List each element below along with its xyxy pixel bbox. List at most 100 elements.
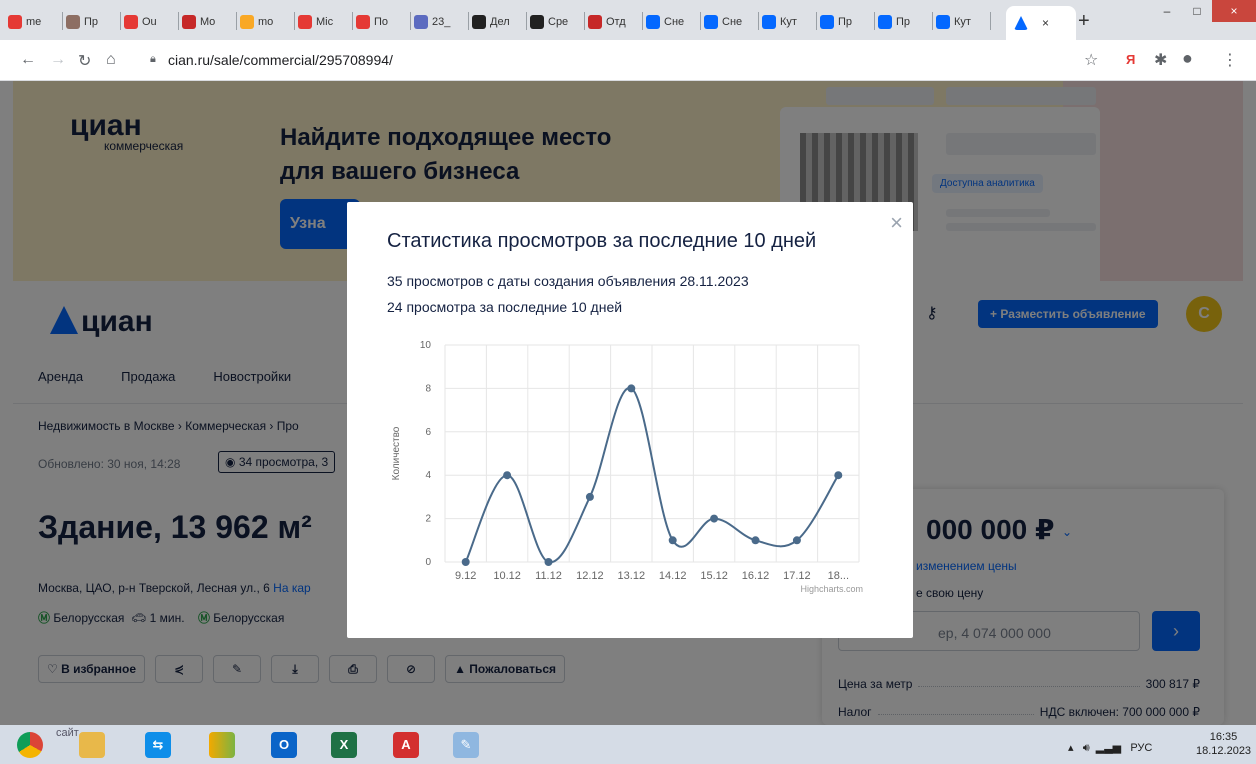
bookmark-star-icon[interactable]: ☆ xyxy=(1084,50,1098,70)
browser-tab[interactable]: Пр xyxy=(66,8,116,36)
tab-separator xyxy=(236,12,237,30)
tab-separator xyxy=(584,12,585,30)
tab-separator xyxy=(700,12,701,30)
browser-tab[interactable]: Сне xyxy=(646,8,696,36)
back-icon[interactable]: ← xyxy=(20,51,36,69)
acrobat-icon: A xyxy=(393,731,419,758)
browser-tab[interactable]: 23_ xyxy=(414,8,464,36)
close-icon[interactable]: × xyxy=(890,210,903,236)
browser-tab[interactable]: Mo xyxy=(182,8,232,36)
keyboard-language[interactable]: РУС xyxy=(1130,742,1152,754)
tab-separator xyxy=(990,12,991,30)
tab-label: Сне xyxy=(722,16,743,28)
tab-favicon-icon xyxy=(472,15,486,29)
paint-taskbar-button[interactable]: ✎ xyxy=(440,727,492,762)
lock-icon: 🔒︎ xyxy=(150,53,156,65)
extensions-icon[interactable]: ✱ xyxy=(1154,50,1167,70)
browser-tab[interactable]: me xyxy=(8,8,58,36)
tab-separator xyxy=(120,12,121,30)
tab-favicon-icon xyxy=(820,15,834,29)
acrobat-taskbar-button[interactable]: A xyxy=(380,727,432,762)
outlook-taskbar-button[interactable]: O xyxy=(258,727,310,762)
close-tab-icon[interactable]: × xyxy=(1042,16,1049,30)
tab-favicon-icon xyxy=(646,15,660,29)
taskbar-behind-text: сайт xyxy=(56,727,79,739)
tab-label: По xyxy=(374,16,389,28)
system-tray: ▴ 🔊︎ ▂▃▅ РУС xyxy=(1068,741,1152,755)
data-point xyxy=(585,492,594,501)
browser-tab[interactable]: Ou xyxy=(124,8,174,36)
tab-label: Mo xyxy=(200,16,216,28)
tab-separator xyxy=(468,12,469,30)
new-tab-button[interactable]: + xyxy=(1078,10,1090,33)
browser-tab-active[interactable]: × xyxy=(1006,6,1076,40)
x-tick-label: 13.12 xyxy=(618,570,646,582)
tab-label: Дел xyxy=(490,16,510,28)
y-tick-label: 4 xyxy=(425,470,431,481)
browser-tab[interactable]: Сне xyxy=(704,8,754,36)
y-tick-label: 10 xyxy=(420,340,432,351)
data-point xyxy=(710,514,719,523)
forward-icon[interactable]: → xyxy=(50,51,66,69)
browser-menu-icon[interactable]: ⋮ xyxy=(1222,50,1238,70)
profile-icon[interactable]: ● xyxy=(1182,48,1193,69)
y-tick-label: 2 xyxy=(425,514,431,525)
tab-label: 23_ xyxy=(432,16,451,28)
data-point xyxy=(751,536,760,545)
x-tick-label: 18... xyxy=(828,570,849,582)
yandex-extension-icon[interactable]: Я xyxy=(1126,52,1135,67)
tab-label: Пр xyxy=(896,16,911,28)
tab-favicon-icon xyxy=(414,15,428,29)
network-icon[interactable]: ▂▃▅ xyxy=(1096,742,1121,754)
views-stats-modal: × Статистика просмотров за последние 10 … xyxy=(347,202,913,638)
tab-label: Сре xyxy=(548,16,569,28)
tab-favicon-icon xyxy=(124,15,138,29)
cian-favicon-icon xyxy=(1014,16,1028,30)
tab-label: Сне xyxy=(664,16,685,28)
views-line-chart: 0 2 4 6 8 10 9.12 10.12 11.12 12.12 13.12 14.12 15.1… xyxy=(391,340,863,594)
tray-arrow-icon[interactable]: ▴ xyxy=(1068,742,1074,754)
tab-favicon-icon xyxy=(8,15,22,29)
chrome-taskbar-button[interactable] xyxy=(4,727,56,762)
browser-tab[interactable]: Сре xyxy=(530,8,580,36)
y-tick-label: 6 xyxy=(425,427,431,438)
browser-tab-strip: me Пр Ou Mo mo Mic По 23_ Дел Сре Отд Сне Сне Кут Пр Пр… xyxy=(0,0,1256,40)
browser-tab[interactable]: Кут xyxy=(936,8,986,36)
browser-tab[interactable]: Пр xyxy=(878,8,928,36)
modal-title: Статистика просмотров за последние 10 дн… xyxy=(387,230,817,252)
clock-time: 16:35 xyxy=(1209,731,1238,743)
system-clock[interactable]: 16:35 18.12.2023 xyxy=(1196,730,1251,758)
browser-tab[interactable]: Отд xyxy=(588,8,638,36)
browser-tab[interactable]: Пр xyxy=(820,8,870,36)
browser-tab[interactable]: Дел xyxy=(472,8,522,36)
minimize-button[interactable]: – xyxy=(1152,0,1182,22)
teamviewer-taskbar-button[interactable]: ⇆ xyxy=(132,727,184,762)
tab-label: Mic xyxy=(316,16,334,28)
home-icon[interactable]: ⌂ xyxy=(106,51,116,69)
browser-tab[interactable]: По xyxy=(356,8,406,36)
chrome-icon xyxy=(17,731,43,758)
tab-separator xyxy=(932,12,933,30)
maximize-button[interactable]: □ xyxy=(1182,0,1212,22)
data-point xyxy=(503,471,512,480)
outlook-icon: O xyxy=(271,731,297,758)
app-taskbar-button[interactable] xyxy=(196,727,248,762)
y-tick-label: 8 xyxy=(425,383,431,394)
tab-separator xyxy=(294,12,295,30)
excel-taskbar-button[interactable]: X xyxy=(318,727,370,762)
reload-icon[interactable]: ↻ xyxy=(78,51,91,71)
excel-icon: X xyxy=(331,731,357,758)
tab-label: me xyxy=(26,16,42,28)
browser-tab[interactable]: Кут xyxy=(762,8,812,36)
x-tick-label: 16.12 xyxy=(742,570,770,582)
window-close-button[interactable]: × xyxy=(1212,0,1256,22)
tab-separator xyxy=(410,12,411,30)
tab-separator xyxy=(874,12,875,30)
browser-tab[interactable]: Mic xyxy=(298,8,348,36)
tab-label: Кут xyxy=(780,16,797,28)
volume-icon[interactable]: 🔊︎ xyxy=(1083,742,1090,754)
browser-tab[interactable]: mo xyxy=(240,8,290,36)
tab-label: Ou xyxy=(142,16,157,28)
recent-views-text: 24 просмотра за последние 10 дней xyxy=(387,299,623,315)
url-field[interactable]: cian.ru/sale/commercial/295708994/ xyxy=(168,52,393,68)
